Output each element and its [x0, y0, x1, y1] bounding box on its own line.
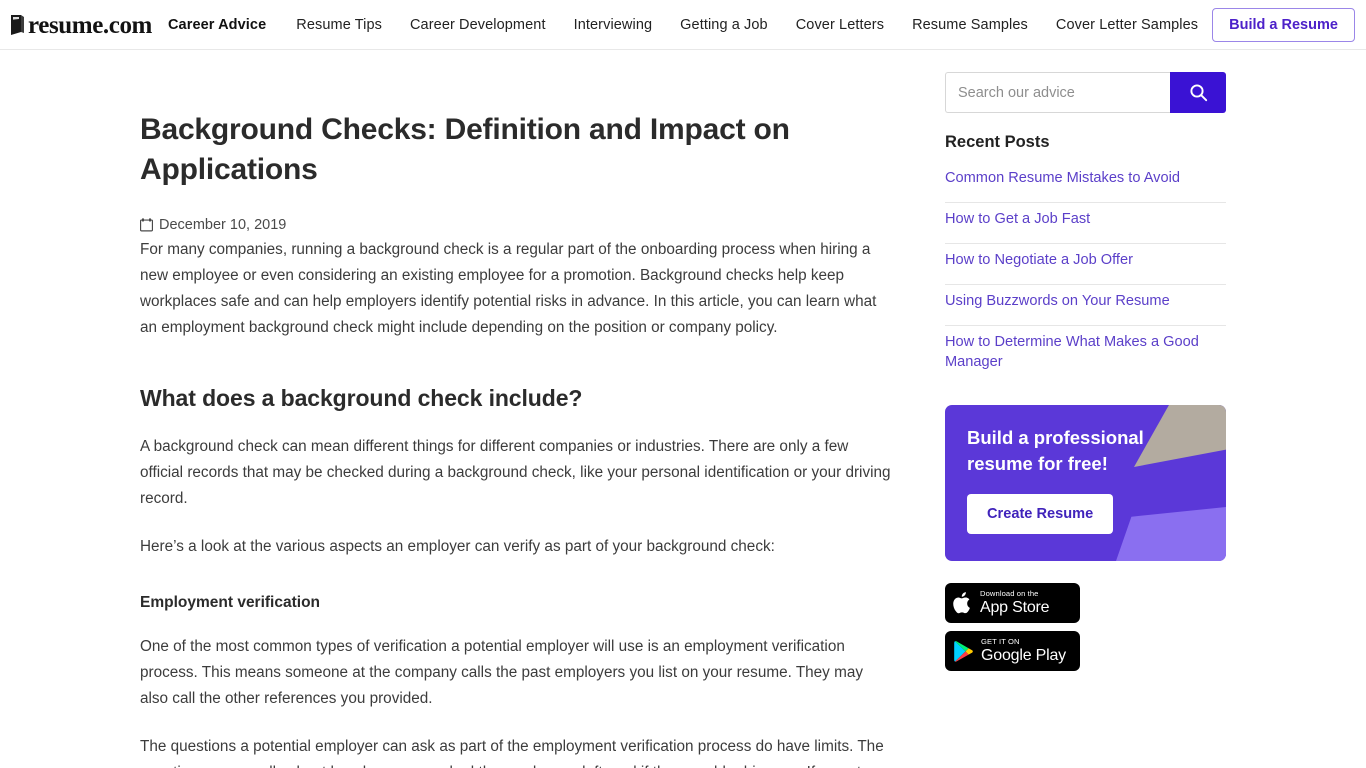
promo-card[interactable]: Build a professional resume for free! Cr… — [945, 405, 1226, 561]
subsection-heading-employment-verification: Employment verification — [140, 594, 321, 611]
nav-item-cover-letters[interactable]: Cover Letters — [782, 17, 898, 33]
app-store-badge-big-label: App Store — [980, 598, 1050, 616]
article-intro-paragraph: For many companies, running a background… — [140, 241, 877, 336]
book-icon — [11, 14, 24, 35]
apple-icon — [953, 592, 970, 614]
google-play-badge-big-label: Google Play — [981, 646, 1066, 664]
main-nav: Career Advice Resume Tips Career Develop… — [168, 17, 1212, 33]
app-store-badges: Download on the App Store GET IT ON Goog… — [945, 583, 1226, 671]
recent-post-link-4[interactable]: Using Buzzwords on Your Resume — [945, 291, 1226, 311]
recent-posts-list: Common Resume Mistakes to Avoid How to G… — [945, 162, 1226, 386]
page-body: Background Checks: Definition and Impact… — [0, 50, 1366, 768]
nav-item-resume-tips[interactable]: Resume Tips — [282, 17, 396, 33]
search-submit-button[interactable] — [1170, 72, 1226, 113]
calendar-icon — [140, 218, 153, 232]
list-item: How to Determine What Makes a Good Manag… — [945, 326, 1226, 386]
recent-post-link-3[interactable]: How to Negotiate a Job Offer — [945, 250, 1226, 270]
list-item: How to Negotiate a Job Offer — [945, 244, 1226, 285]
recent-post-link-1[interactable]: Common Resume Mistakes to Avoid — [945, 168, 1226, 188]
article-paragraph-2: Here’s a look at the various aspects an … — [140, 538, 775, 555]
app-store-badge[interactable]: Download on the App Store — [945, 583, 1080, 623]
article-paragraph-4: The questions a potential employer can a… — [140, 738, 884, 768]
google-play-icon — [954, 640, 973, 662]
google-play-badge-small-label: GET IT ON — [981, 637, 1020, 647]
recent-post-link-5[interactable]: How to Determine What Makes a Good Manag… — [945, 332, 1226, 372]
build-a-resume-button[interactable]: Build a Resume — [1212, 7, 1355, 42]
site-logo[interactable]: resume.com — [10, 12, 152, 39]
site-header: resume.com Career Advice Resume Tips Car… — [0, 0, 1366, 50]
recent-posts-title: Recent Posts — [945, 133, 1050, 151]
page-title: Background Checks: Definition and Impact… — [140, 113, 790, 186]
search-icon — [1189, 84, 1207, 102]
app-store-badge-small-label: Download on the — [980, 589, 1039, 599]
sidebar: Recent Posts Common Resume Mistakes to A… — [945, 50, 1226, 768]
nav-item-interviewing[interactable]: Interviewing — [560, 17, 667, 33]
nav-item-career-advice[interactable]: Career Advice — [168, 17, 282, 33]
google-play-badge[interactable]: GET IT ON Google Play — [945, 631, 1080, 671]
nav-item-getting-a-job[interactable]: Getting a Job — [666, 17, 782, 33]
article-paragraph-3: One of the most common types of verifica… — [140, 638, 863, 707]
nav-item-resume-samples[interactable]: Resume Samples — [898, 17, 1042, 33]
google-play-badge-text: GET IT ON Google Play — [981, 638, 1066, 664]
post-date: December 10, 2019 — [140, 217, 892, 233]
article-paragraph-1: A background check can mean different th… — [140, 438, 891, 507]
nav-item-cover-letter-samples[interactable]: Cover Letter Samples — [1042, 17, 1212, 33]
section-heading: What does a background check include? — [140, 385, 583, 411]
search-form — [945, 72, 1226, 113]
app-store-badge-text: Download on the App Store — [980, 589, 1050, 616]
promo-content: Build a professional resume for free! Cr… — [945, 405, 1226, 534]
list-item: Using Buzzwords on Your Resume — [945, 285, 1226, 326]
logo-text: resume.com — [28, 12, 152, 39]
create-resume-button[interactable]: Create Resume — [967, 494, 1114, 534]
promo-title: Build a professional resume for free! — [967, 427, 1144, 474]
post-date-text: December 10, 2019 — [159, 217, 287, 233]
recent-post-link-2[interactable]: How to Get a Job Fast — [945, 209, 1226, 229]
list-item: Common Resume Mistakes to Avoid — [945, 162, 1226, 203]
list-item: How to Get a Job Fast — [945, 203, 1226, 244]
nav-item-career-development[interactable]: Career Development — [396, 17, 560, 33]
article-content: Background Checks: Definition and Impact… — [140, 50, 892, 768]
search-input[interactable] — [945, 72, 1170, 113]
